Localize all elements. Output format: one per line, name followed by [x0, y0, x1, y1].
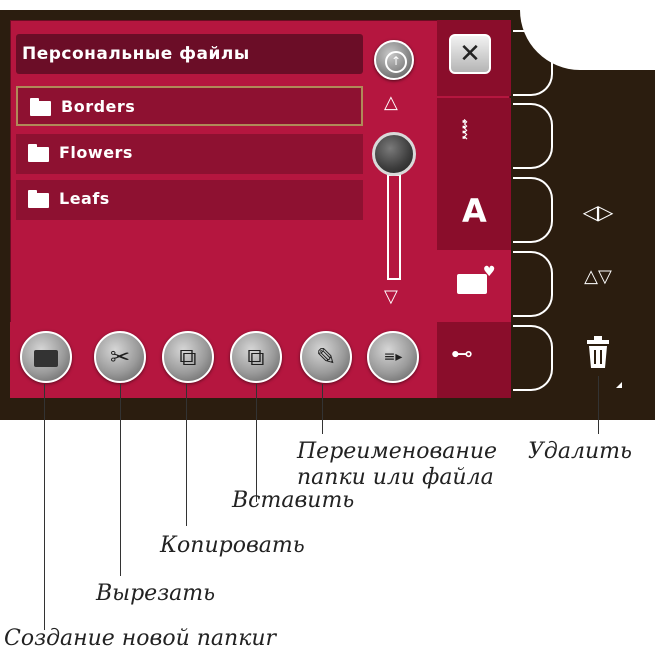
- scroll-track[interactable]: [387, 174, 401, 280]
- callout-line-paste: [256, 384, 257, 502]
- heart-icon: ♥: [483, 264, 496, 280]
- copy-icon: ⧉: [179, 343, 197, 371]
- font-icon: A: [462, 192, 487, 230]
- paste-icon: ⧉: [247, 343, 265, 371]
- cut-button[interactable]: ✂: [94, 331, 146, 383]
- tab-usb[interactable]: ⊷: [437, 322, 511, 398]
- side-button-5[interactable]: [513, 325, 553, 391]
- callout-cut: Вырезать: [96, 581, 216, 606]
- trash-icon[interactable]: [582, 336, 614, 368]
- callout-new-folder: Создание новой папкиr: [4, 626, 277, 651]
- side-button-1[interactable]: [513, 30, 553, 96]
- tab-personal-files[interactable]: ♥: [437, 250, 511, 326]
- paste-button[interactable]: ⧉: [230, 331, 282, 383]
- callout-line-cut: [120, 384, 121, 576]
- side-button-4[interactable]: [513, 251, 553, 317]
- callout-copy: Копировать: [160, 533, 305, 558]
- callout-paste: Вставить: [232, 488, 355, 513]
- side-button-3[interactable]: [513, 177, 553, 243]
- scroll-down-arrow[interactable]: ▽: [384, 288, 398, 306]
- list-item[interactable]: Leafs: [16, 180, 363, 220]
- stitch-icon: ⦙⦚: [461, 116, 469, 146]
- folder-label: Borders: [61, 97, 136, 116]
- side-button-2[interactable]: [513, 103, 553, 169]
- folder-icon: [28, 144, 49, 162]
- pencil-icon: ✎: [315, 343, 337, 371]
- page-title: Персональные файлы: [22, 44, 250, 64]
- mirror-horizontal-icon[interactable]: ◁▷: [580, 200, 616, 224]
- callout-line-rename: [322, 384, 323, 434]
- new-folder-button[interactable]: [20, 331, 72, 383]
- copy-button[interactable]: ⧉: [162, 331, 214, 383]
- folder-icon: [28, 190, 49, 208]
- folder-label: Flowers: [59, 143, 133, 162]
- view-toggle-button[interactable]: ≡▸: [367, 331, 419, 383]
- corner-indicator-icon: [616, 382, 622, 388]
- new-folder-icon: [34, 349, 58, 367]
- scissors-icon: ✂: [109, 343, 131, 371]
- tab-stitches[interactable]: ⦙⦚: [437, 98, 511, 174]
- folder-icon: [30, 98, 51, 116]
- callout-rename: Переименование папки или файла: [297, 439, 498, 490]
- list-item[interactable]: Flowers: [16, 134, 363, 174]
- callout-line-copy: [186, 384, 187, 526]
- callout-delete: Удалить: [528, 439, 632, 464]
- tab-fonts[interactable]: A: [437, 174, 511, 250]
- scroll-up-arrow[interactable]: △: [384, 94, 398, 112]
- list-item[interactable]: Borders: [16, 86, 363, 126]
- callout-line-new-folder: [44, 384, 45, 630]
- up-folder-icon: ↑: [385, 51, 407, 73]
- mirror-vertical-icon[interactable]: △▽: [580, 268, 616, 286]
- close-icon[interactable]: ✕: [449, 34, 491, 74]
- folder-label: Leafs: [59, 189, 110, 208]
- callout-line-delete: [598, 376, 599, 434]
- folder-up-button[interactable]: ↑: [374, 40, 414, 80]
- rename-button[interactable]: ✎: [300, 331, 352, 383]
- view-toggle-icon: ≡▸: [383, 349, 403, 365]
- scroll-thumb[interactable]: [372, 132, 416, 176]
- usb-icon: ⊷: [451, 342, 473, 367]
